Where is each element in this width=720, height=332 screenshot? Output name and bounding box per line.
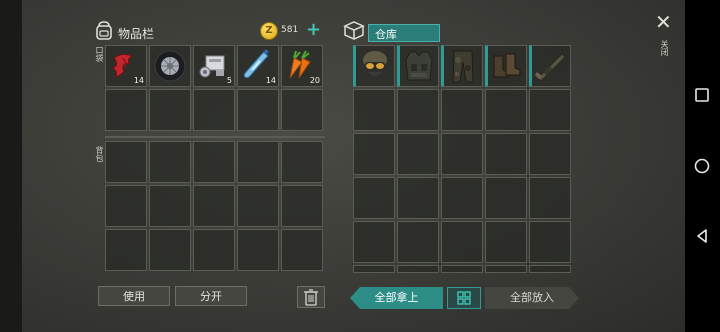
- storage-title-box: 仓库: [368, 24, 440, 42]
- coin-balance: 581: [281, 25, 299, 35]
- camo-pants-icon: [452, 50, 474, 83]
- close-label-text: 关闭: [660, 40, 669, 56]
- use-button[interactable]: 使用: [98, 286, 170, 306]
- storage-slot[interactable]: [441, 265, 483, 273]
- backpack-label: 背包: [95, 146, 105, 162]
- sort-grid-button[interactable]: [447, 287, 481, 309]
- backpack-slot[interactable]: [149, 141, 191, 183]
- storage-title: 仓库: [375, 28, 397, 41]
- backpack-slot[interactable]: [105, 185, 147, 227]
- storage-slot[interactable]: [485, 177, 527, 219]
- pocket-label: 口袋: [95, 46, 105, 62]
- backpack-slot[interactable]: [237, 229, 279, 271]
- backpack-slot[interactable]: [237, 185, 279, 227]
- backpack-slot[interactable]: [149, 229, 191, 271]
- storage-slot[interactable]: [529, 177, 571, 219]
- storage-slot[interactable]: [485, 45, 527, 87]
- item-count: 5: [226, 76, 232, 85]
- section-divider: [105, 136, 325, 138]
- pocket-slot[interactable]: [281, 89, 323, 131]
- pocket-slot[interactable]: 20: [281, 45, 323, 87]
- recent-apps-icon[interactable]: [693, 86, 711, 104]
- storage-slot[interactable]: [529, 265, 571, 273]
- split-button[interactable]: 分开: [175, 286, 247, 306]
- storage-slot[interactable]: [485, 133, 527, 175]
- pocket-grid: 14 5 14 20: [105, 45, 323, 131]
- storage-slot[interactable]: [529, 89, 571, 131]
- storage-slot[interactable]: [353, 133, 395, 175]
- storage-grid: [353, 45, 571, 273]
- item-count: 14: [133, 76, 144, 85]
- backpack-slot[interactable]: [281, 141, 323, 183]
- pocket-slot[interactable]: [149, 45, 191, 87]
- storage-slot[interactable]: [397, 89, 439, 131]
- storage-slot[interactable]: [485, 221, 527, 263]
- item-count: 20: [309, 76, 320, 85]
- item-count: 14: [265, 76, 276, 85]
- storage-slot[interactable]: [353, 45, 395, 87]
- left-border: [0, 0, 22, 332]
- close-label: 关闭: [660, 40, 670, 56]
- put-all-button[interactable]: 全部放入: [485, 287, 579, 309]
- storage-slot[interactable]: [353, 177, 395, 219]
- backpack-slot[interactable]: [281, 185, 323, 227]
- add-coins-button[interactable]: +: [306, 20, 321, 40]
- pocket-label-text: 口袋: [95, 46, 104, 62]
- pocket-slot[interactable]: [105, 89, 147, 131]
- storage-slot[interactable]: [529, 221, 571, 263]
- pocket-slot[interactable]: [193, 89, 235, 131]
- close-icon[interactable]: ✕: [655, 12, 672, 32]
- back-icon[interactable]: [693, 227, 711, 245]
- rifle-icon: [535, 53, 566, 82]
- system-nav-bar: [685, 0, 720, 332]
- trash-button[interactable]: [297, 286, 325, 308]
- backpack-slot[interactable]: [237, 141, 279, 183]
- storage-slot[interactable]: [353, 265, 395, 273]
- coin-icon: Z: [260, 22, 278, 40]
- storage-slot[interactable]: [441, 89, 483, 131]
- storage-slot[interactable]: [485, 265, 527, 273]
- backpack-slot[interactable]: [149, 185, 191, 227]
- backpack-slot[interactable]: [193, 185, 235, 227]
- storage-slot[interactable]: [529, 133, 571, 175]
- storage-slot[interactable]: [441, 177, 483, 219]
- grid-icon: [457, 291, 471, 305]
- gas-mask-helmet-icon: [363, 51, 387, 76]
- backpack-slot[interactable]: [193, 141, 235, 183]
- storage-slot[interactable]: [397, 221, 439, 263]
- storage-slot[interactable]: [441, 133, 483, 175]
- pocket-slot[interactable]: [149, 89, 191, 131]
- backpack-slot[interactable]: [105, 229, 147, 271]
- storage-slot[interactable]: [441, 45, 483, 87]
- boots-icon: [493, 53, 521, 78]
- pocket-slot[interactable]: 14: [105, 45, 147, 87]
- backpack-label-text: 背包: [95, 146, 104, 162]
- tactical-vest-icon: [405, 51, 433, 81]
- storage-slot[interactable]: [529, 45, 571, 87]
- pocket-slot[interactable]: 14: [237, 45, 279, 87]
- take-all-button[interactable]: 全部拿上: [350, 287, 443, 309]
- storage-slot[interactable]: [397, 265, 439, 273]
- storage-slot[interactable]: [397, 133, 439, 175]
- pocket-slot[interactable]: [237, 89, 279, 131]
- storage-slot[interactable]: [485, 89, 527, 131]
- backpack-slot[interactable]: [193, 229, 235, 271]
- home-icon[interactable]: [693, 157, 711, 175]
- inventory-title: 物品栏: [118, 27, 155, 41]
- backpack-icon: [96, 21, 112, 40]
- trash-icon: [304, 289, 318, 306]
- storage-slot[interactable]: [353, 89, 395, 131]
- tire-icon: [154, 50, 186, 82]
- storage-slot[interactable]: [397, 177, 439, 219]
- storage-box-icon: [343, 21, 365, 40]
- backpack-grid: [105, 141, 323, 271]
- storage-slot[interactable]: [397, 45, 439, 87]
- storage-slot[interactable]: [353, 221, 395, 263]
- pocket-slot[interactable]: 5: [193, 45, 235, 87]
- backpack-slot[interactable]: [105, 141, 147, 183]
- backpack-slot[interactable]: [281, 229, 323, 271]
- storage-slot[interactable]: [441, 221, 483, 263]
